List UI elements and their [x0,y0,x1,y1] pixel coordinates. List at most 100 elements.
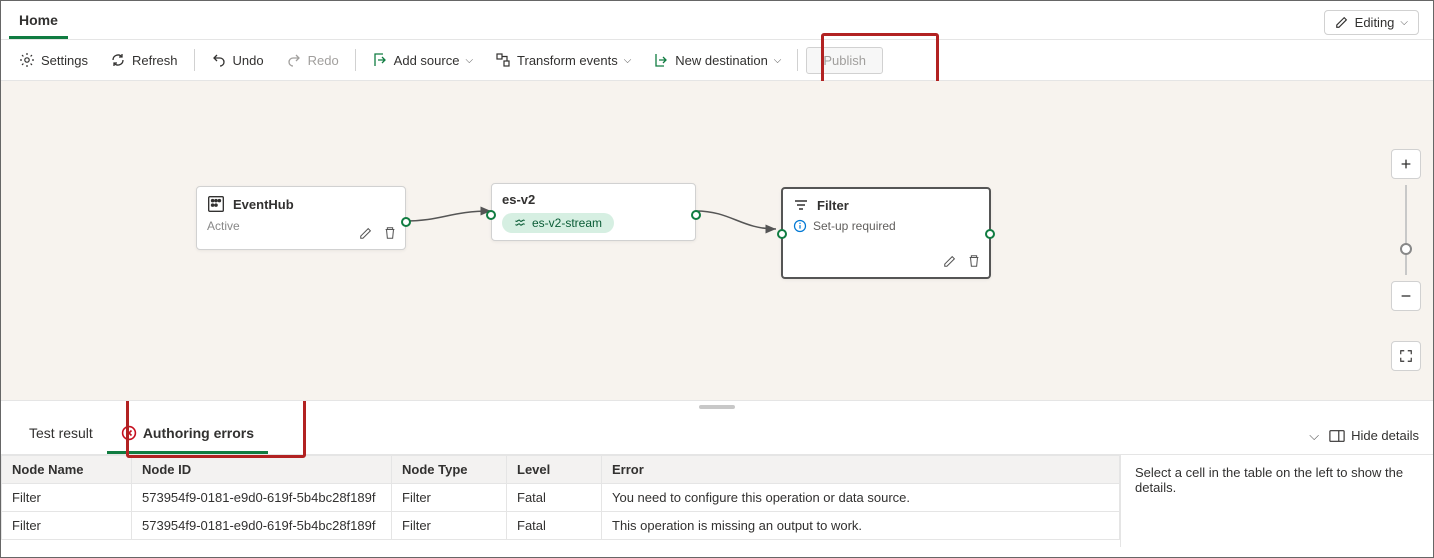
toolbar-divider [355,49,356,71]
editing-label: Editing [1355,15,1395,30]
cell-node-name[interactable]: Filter [2,484,132,512]
transform-icon [495,52,511,68]
table-row[interactable]: Filter573954f9-0181-e9d0-619f-5b4bc28f18… [2,484,1120,512]
undo-icon [211,52,227,68]
refresh-icon [110,52,126,68]
node-port-out[interactable] [401,217,411,227]
pencil-icon [943,254,957,268]
chevron-down-icon: ⌵ [774,55,782,66]
col-node-id[interactable]: Node ID [132,456,392,484]
cell-node-id[interactable]: 573954f9-0181-e9d0-619f-5b4bc28f189f [132,512,392,540]
gear-icon [19,52,35,68]
redo-label: Redo [308,53,339,68]
edit-node-button[interactable] [357,224,375,245]
node-filter[interactable]: Filter Set-up required [781,187,991,279]
pipeline-canvas[interactable]: EventHub Active es-v2 es-v2-stream Filte… [1,81,1433,401]
zoom-controls [1391,149,1421,371]
chevron-down-icon[interactable]: ⌵ [1309,428,1319,444]
cell-error[interactable]: You need to configure this operation or … [602,484,1120,512]
node-port-out[interactable] [985,229,995,239]
editing-mode-dropdown[interactable]: Editing ⌵ [1324,10,1419,35]
node-title: EventHub [233,197,294,212]
cell-node-id[interactable]: 573954f9-0181-e9d0-619f-5b4bc28f189f [132,484,392,512]
bottom-panel-tabs: Test result Authoring errors ⌵ Hide deta… [1,413,1433,455]
cell-level[interactable]: Fatal [507,484,602,512]
stream-chip-label: es-v2-stream [532,216,602,230]
cell-node-type[interactable]: Filter [392,512,507,540]
stream-icon [514,217,526,229]
chevron-down-icon: ⌵ [465,55,473,66]
zoom-slider-thumb[interactable] [1400,243,1412,255]
node-port-out[interactable] [691,210,701,220]
stream-chip[interactable]: es-v2-stream [502,213,614,233]
header-bar: Home Editing ⌵ [1,1,1433,39]
settings-button[interactable]: Settings [9,47,98,73]
cell-node-type[interactable]: Filter [392,484,507,512]
table-header-row: Node Name Node ID Node Type Level Error [2,456,1120,484]
col-node-name[interactable]: Node Name [2,456,132,484]
delete-node-button[interactable] [381,224,399,245]
refresh-button[interactable]: Refresh [100,47,188,73]
chevron-down-icon: ⌵ [624,55,632,66]
panel-drag-handle[interactable] [699,405,735,409]
col-node-type[interactable]: Node Type [392,456,507,484]
node-title: Filter [817,198,849,213]
cell-level[interactable]: Fatal [507,512,602,540]
tab-test-result[interactable]: Test result [15,417,107,454]
new-destination-label: New destination [675,53,768,68]
redo-button[interactable]: Redo [276,47,349,73]
trash-icon [967,254,981,268]
settings-label: Settings [41,53,88,68]
node-port-in[interactable] [486,210,496,220]
undo-label: Undo [233,53,264,68]
hide-details-icon [1329,429,1345,443]
undo-button[interactable]: Undo [201,47,274,73]
node-actions [357,224,399,245]
new-destination-icon [653,52,669,68]
redo-icon [286,52,302,68]
pencil-icon [359,226,373,240]
toolbar-divider [797,49,798,71]
cell-node-name[interactable]: Filter [2,512,132,540]
node-actions [941,252,983,273]
node-info-line: Set-up required [793,219,979,233]
table-row[interactable]: Filter573954f9-0181-e9d0-619f-5b4bc28f18… [2,512,1120,540]
col-level[interactable]: Level [507,456,602,484]
node-port-in[interactable] [777,229,787,239]
bottom-panel-body: Node Name Node ID Node Type Level Error … [1,455,1433,547]
zoom-slider[interactable] [1405,185,1407,275]
node-info-text: Set-up required [813,219,896,233]
cell-error[interactable]: This operation is missing an output to w… [602,512,1120,540]
edit-node-button[interactable] [941,252,959,273]
refresh-label: Refresh [132,53,178,68]
transform-label: Transform events [517,53,618,68]
error-icon [121,425,137,441]
add-source-label: Add source [394,53,460,68]
filter-icon [793,197,809,213]
new-destination-button[interactable]: New destination ⌵ [643,47,791,73]
chevron-down-icon: ⌵ [1400,17,1408,28]
publish-button[interactable]: Publish [806,47,883,74]
minus-icon [1399,289,1413,303]
details-hint: Select a cell in the table on the left t… [1121,455,1433,547]
node-eventhub[interactable]: EventHub Active [196,186,406,250]
zoom-in-button[interactable] [1391,149,1421,179]
toolbar: Settings Refresh Undo Redo Add source ⌵ … [1,39,1433,81]
zoom-out-button[interactable] [1391,281,1421,311]
trash-icon [383,226,397,240]
delete-node-button[interactable] [965,252,983,273]
transform-events-button[interactable]: Transform events ⌵ [485,47,641,73]
hide-details-button[interactable]: Hide details [1329,428,1419,443]
add-source-button[interactable]: Add source ⌵ [362,47,483,73]
eventhub-icon [207,195,225,213]
tab-authoring-errors[interactable]: Authoring errors [107,417,268,454]
node-title: es-v2 [502,192,535,207]
fit-icon [1399,349,1413,363]
errors-table-wrap: Node Name Node ID Node Type Level Error … [1,455,1121,547]
node-title-row: EventHub [207,195,395,213]
tab-home[interactable]: Home [9,6,68,39]
fit-to-screen-button[interactable] [1391,341,1421,371]
pencil-icon [1335,15,1349,29]
col-error[interactable]: Error [602,456,1120,484]
node-esv2[interactable]: es-v2 es-v2-stream [491,183,696,241]
